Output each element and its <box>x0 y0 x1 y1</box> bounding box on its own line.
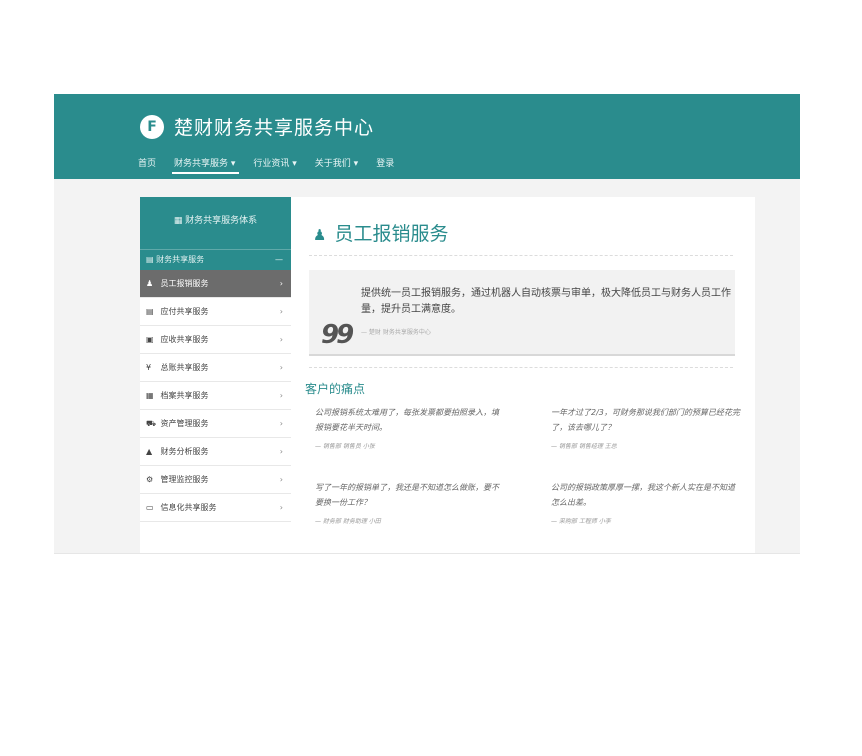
sidebar-heading: ▦ 财务共享服务体系 <box>140 197 291 249</box>
sidebar-item-it-sharing[interactable]: ▭ 信息化共享服务 › <box>140 494 291 522</box>
pain-point: 公司的报销政策厚厚一摞，我这个新人实在是不知道怎么出差。 — 采购部 工程师 小… <box>551 480 741 525</box>
car-icon: ⛟ <box>146 419 157 428</box>
nav-login[interactable]: 登录 <box>376 156 394 176</box>
sidebar: ▦ 财务共享服务体系 ▤ 财务共享服务 — ♟ 员工报销服务 › ▤ 应付共享服… <box>140 197 291 554</box>
chevron-right-icon: › <box>279 335 283 344</box>
site-header: F 楚财财务共享服务中心 首页 财务共享服务 ▾ 行业资讯 ▾ 关于我们 ▾ 登… <box>54 94 800 179</box>
pain-point: 写了一年的报销单了，我还是不知道怎么做账，要不要换一份工作？ — 财务部 财务助… <box>315 480 505 525</box>
sidebar-item-management-monitoring[interactable]: ⚙ 管理监控服务 › <box>140 466 291 494</box>
nav-finance-services[interactable]: 财务共享服务 ▾ <box>172 156 240 176</box>
user-icon: ♟ <box>313 226 327 244</box>
sidebar-item-label: 档案共享服务 <box>160 391 209 400</box>
page-title-text: 员工报销服务 <box>334 223 449 245</box>
sidebar-item-financial-analysis[interactable]: ▲ 财务分析服务 › <box>140 438 291 466</box>
chevron-right-icon: › <box>279 279 283 288</box>
sidebar-item-label: 财务分析服务 <box>160 447 209 456</box>
pain-point: 公司报销系统太难用了，每张发票都要拍照录入，填报销要花半天时间。 — 销售部 销… <box>315 405 505 450</box>
sidebar-item-label: 应收共享服务 <box>160 335 209 344</box>
pain-point-text: 一年才过了2/3，可财务那说我们部门的预算已经花完了，该去哪儿了？ <box>551 408 740 432</box>
sidebar-item-receivables[interactable]: ▣ 应收共享服务 › <box>140 326 291 354</box>
nav-about-us[interactable]: 关于我们 ▾ <box>315 156 358 176</box>
main-content: ♟ 员工报销服务 提供统一员工报销服务，通过机器人自动核票与审单，极大降低员工与财… <box>291 197 755 554</box>
quote-source: — 楚财 财务共享服务中心 <box>361 329 431 336</box>
dashboard-icon: ⚙ <box>146 475 154 484</box>
pain-point-source: — 销售部 销售员 小张 <box>315 443 375 450</box>
pain-point-source: — 财务部 财务助理 小田 <box>315 518 381 525</box>
site-title[interactable]: 楚财财务共享服务中心 <box>174 113 374 140</box>
nav-industry-news[interactable]: 行业资讯 ▾ <box>253 156 296 176</box>
chevron-right-icon: › <box>279 391 283 400</box>
sidebar-item-payables[interactable]: ▤ 应付共享服务 › <box>140 298 291 326</box>
sidebar-group-label: ▤ 财务共享服务 <box>146 255 205 264</box>
sidebar-item-label: 应付共享服务 <box>160 307 209 316</box>
chevron-right-icon: › <box>279 419 283 428</box>
chevron-right-icon: › <box>279 503 283 512</box>
divider <box>309 367 733 368</box>
user-icon: ♟ <box>146 279 154 288</box>
nav-home[interactable]: 首页 <box>138 156 156 176</box>
pain-point-text: 公司报销系统太难用了，每张发票都要拍照录入，填报销要花半天时间。 <box>315 408 499 432</box>
sidebar-item-label: 资产管理服务 <box>160 419 209 428</box>
main-nav: 首页 财务共享服务 ▾ 行业资讯 ▾ 关于我们 ▾ 登录 <box>138 156 412 176</box>
quote-mark-icon: 99 <box>321 320 354 350</box>
archive-icon: ▦ <box>146 391 154 400</box>
page-title: ♟ 员工报销服务 <box>313 219 448 246</box>
sidebar-item-label: 管理监控服务 <box>160 475 209 484</box>
invoice-icon: ▤ <box>146 307 154 316</box>
divider <box>309 255 733 256</box>
pain-point-text: 公司的报销政策厚厚一摞，我这个新人实在是不知道怎么出差。 <box>551 483 735 507</box>
yen-icon: ¥ <box>146 363 152 372</box>
service-quote: 提供统一员工报销服务，通过机器人自动核票与审单，极大降低员工与财务人员工作量，提… <box>309 270 735 356</box>
divider <box>54 553 800 554</box>
area-chart-icon: ▲ <box>146 447 153 456</box>
chevron-right-icon: › <box>279 363 283 372</box>
sidebar-item-label: 信息化共享服务 <box>160 503 217 512</box>
sidebar-item-label: 总账共享服务 <box>160 363 209 372</box>
sidebar-group-header[interactable]: ▤ 财务共享服务 — <box>140 249 291 270</box>
pain-point-source: — 销售部 销售经理 王总 <box>551 443 617 450</box>
receipt-icon: ▣ <box>146 335 154 344</box>
sidebar-item-general-ledger[interactable]: ¥ 总账共享服务 › <box>140 354 291 382</box>
app-screen: F 楚财财务共享服务中心 首页 财务共享服务 ▾ 行业资讯 ▾ 关于我们 ▾ 登… <box>54 94 800 554</box>
sidebar-item-employee-reimbursement[interactable]: ♟ 员工报销服务 › <box>140 270 291 298</box>
chevron-right-icon: › <box>279 307 283 316</box>
sidebar-item-archives[interactable]: ▦ 档案共享服务 › <box>140 382 291 410</box>
pain-point-text: 写了一年的报销单了，我还是不知道怎么做账，要不要换一份工作？ <box>315 483 499 507</box>
sidebar-item-label: 员工报销服务 <box>160 279 209 288</box>
chevron-right-icon: › <box>279 447 283 456</box>
monitor-icon: ▭ <box>146 503 154 512</box>
quote-text: 提供统一员工报销服务，通过机器人自动核票与审单，极大降低员工与财务人员工作量，提… <box>361 288 731 315</box>
pain-point-source: — 采购部 工程师 小李 <box>551 518 611 525</box>
sidebar-item-asset-management[interactable]: ⛟ 资产管理服务 › <box>140 410 291 438</box>
collapse-icon[interactable]: — <box>275 250 283 270</box>
pain-points-heading: 客户的痛点 <box>305 382 366 396</box>
pain-point: 一年才过了2/3，可财务那说我们部门的预算已经花完了，该去哪儿了？ — 销售部 … <box>551 405 741 450</box>
logo-icon[interactable]: F <box>140 115 164 139</box>
chevron-right-icon: › <box>279 475 283 484</box>
